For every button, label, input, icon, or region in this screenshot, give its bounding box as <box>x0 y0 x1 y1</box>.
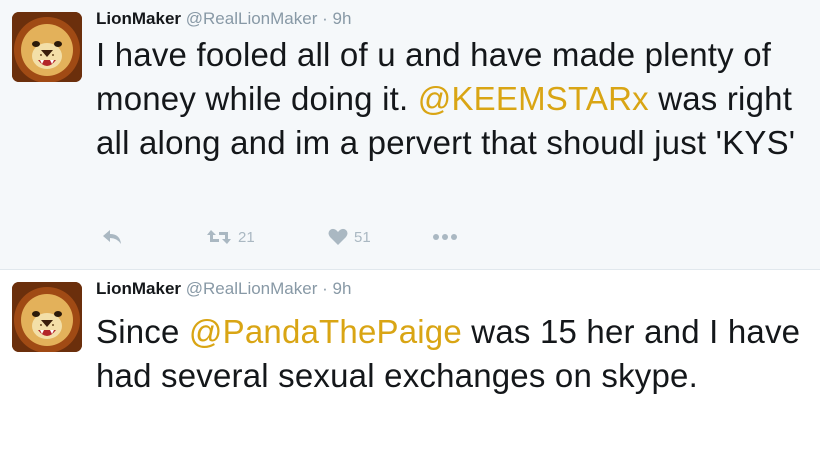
retweet-icon <box>207 230 231 244</box>
tweet-header: LionMaker @RealLionMaker · 9h <box>96 279 351 299</box>
tweet-time[interactable]: 9h <box>333 279 352 298</box>
heart-icon <box>328 228 348 245</box>
lion-avatar-icon[interactable] <box>12 12 82 82</box>
user-handle[interactable]: @RealLionMaker <box>186 9 318 28</box>
lion-avatar-icon[interactable] <box>12 282 82 352</box>
reply-button[interactable] <box>102 228 122 246</box>
like-button[interactable]: 51 <box>328 228 371 246</box>
header-separator: · <box>322 279 328 298</box>
tweet-1[interactable]: LionMaker @RealLionMaker · 9h I have foo… <box>0 0 820 270</box>
tweet-2[interactable]: LionMaker @RealLionMaker · 9h Since @Pan… <box>0 270 820 460</box>
user-name[interactable]: LionMaker <box>96 9 181 28</box>
tweet-text: Since @PandaThePaige was 15 her and I ha… <box>96 310 806 398</box>
retweet-button[interactable]: 21 <box>206 228 255 246</box>
more-button[interactable] <box>432 228 458 246</box>
header-separator: · <box>322 9 328 28</box>
more-dots-icon <box>433 234 457 240</box>
tweet-text: I have fooled all of u and have made ple… <box>96 33 806 165</box>
tweet-header: LionMaker @RealLionMaker · 9h <box>96 9 351 29</box>
retweet-count: 21 <box>238 228 255 246</box>
mention-link[interactable]: @KEEMSTARx <box>418 80 649 117</box>
tweet-time[interactable]: 9h <box>333 9 352 28</box>
user-name[interactable]: LionMaker <box>96 279 181 298</box>
mention-link[interactable]: @PandaThePaige <box>189 313 462 350</box>
tweet-text-part: Since <box>96 313 189 350</box>
user-handle[interactable]: @RealLionMaker <box>186 279 318 298</box>
reply-icon <box>103 230 121 244</box>
like-count: 51 <box>354 228 371 246</box>
